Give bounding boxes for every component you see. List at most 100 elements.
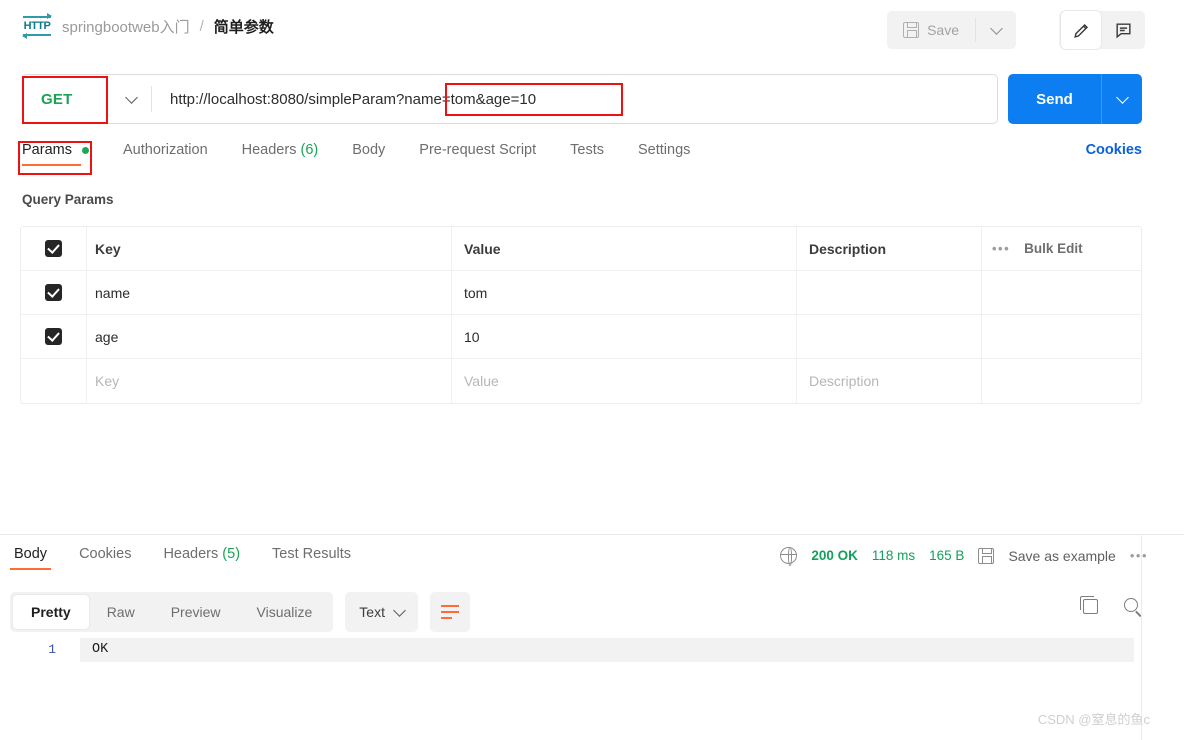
column-header-value: Value <box>451 227 796 271</box>
url-input[interactable]: http://localhost:8080/simpleParam?name=t… <box>152 91 997 108</box>
response-tab-test-results[interactable]: Test Results <box>268 546 355 570</box>
row-description-input[interactable] <box>796 270 981 315</box>
tab-body[interactable]: Body <box>352 142 385 166</box>
save-button[interactable]: Save <box>887 11 975 49</box>
comment-button[interactable] <box>1103 11 1143 49</box>
top-bar: HTTP springbootweb入门 / 简单参数 Save <box>0 0 1184 60</box>
send-button[interactable]: Send <box>1008 91 1101 108</box>
tab-headers-count: (6) <box>300 142 319 158</box>
tab-tests[interactable]: Tests <box>570 142 604 166</box>
response-tab-cookies[interactable]: Cookies <box>75 546 135 570</box>
response-format-selector[interactable]: Text <box>345 592 418 632</box>
new-row-value-input[interactable]: Value <box>451 359 796 403</box>
wrap-lines-icon <box>440 605 459 619</box>
new-row-description-input[interactable]: Description <box>796 359 981 403</box>
tab-params[interactable]: Params <box>22 142 89 166</box>
response-mode-visualize[interactable]: Visualize <box>239 595 331 629</box>
bulk-edit-button[interactable]: Bulk Edit <box>1024 241 1083 256</box>
chevron-down-icon <box>989 21 1003 35</box>
method-selector[interactable]: GET <box>23 91 111 108</box>
row-key-input[interactable]: name <box>86 270 451 315</box>
response-tab-headers[interactable]: Headers (5) <box>159 546 244 570</box>
table-row: name tom <box>21 270 1141 315</box>
table-row: age 10 <box>21 314 1141 359</box>
edit-button[interactable] <box>1061 11 1101 49</box>
response-format-value: Text <box>359 604 385 620</box>
save-button-label: Save <box>927 22 959 38</box>
ellipsis-icon[interactable]: ••• <box>1130 548 1148 563</box>
method-dropdown-button[interactable] <box>111 90 151 104</box>
table-header-row: Key Value Description ••• Bulk Edit <box>21 227 1141 271</box>
send-button-group[interactable]: Send <box>1008 74 1142 124</box>
tab-pre-request-script[interactable]: Pre-request Script <box>419 142 536 166</box>
response-tab-body[interactable]: Body <box>10 546 52 570</box>
breadcrumb-parent[interactable]: springbootweb入门 <box>62 16 190 37</box>
row-description-input[interactable] <box>796 314 981 359</box>
request-tabs: Params Authorization Headers (6) Body Pr… <box>22 142 1142 174</box>
tab-authorization[interactable]: Authorization <box>123 142 208 166</box>
column-header-key: Key <box>86 227 451 271</box>
tab-params-label: Params <box>22 142 72 158</box>
row-actions <box>981 314 1141 359</box>
select-all-checkbox[interactable] <box>21 240 86 257</box>
save-as-example-button[interactable]: Save as example <box>1008 548 1115 564</box>
chevron-down-icon <box>1115 90 1129 104</box>
response-tools <box>1080 596 1138 614</box>
response-mode-pretty[interactable]: Pretty <box>13 595 89 629</box>
breadcrumb-separator: / <box>199 17 204 35</box>
table-row-placeholder: Key Value Description <box>21 359 1141 403</box>
postman-request-builder: HTTP springbootweb入门 / 简单参数 Save GET htt… <box>0 0 1184 740</box>
disk-icon <box>978 547 995 564</box>
new-row-key-input[interactable]: Key <box>86 359 451 403</box>
watermark: CSDN @窒息的鱼c <box>1037 712 1150 727</box>
response-time: 118 ms <box>871 548 916 563</box>
globe-icon <box>779 546 798 566</box>
code-line-highlight <box>80 638 1134 662</box>
line-number-gutter: 1 <box>0 638 68 740</box>
row-actions <box>981 359 1141 403</box>
response-tabs: Body Cookies Headers (5) Test Results <box>10 546 379 570</box>
copy-icon[interactable] <box>1080 596 1098 614</box>
tab-headers-label: Headers <box>241 142 297 158</box>
response-tab-headers-label: Headers <box>163 546 219 562</box>
chevron-down-icon <box>124 90 138 104</box>
line-number: 1 <box>48 642 56 657</box>
query-params-label: Query Params <box>22 192 114 207</box>
response-mode-switcher: Pretty Raw Preview Visualize <box>10 592 334 632</box>
response-mode-preview[interactable]: Preview <box>153 595 239 629</box>
search-icon[interactable] <box>1124 598 1138 612</box>
response-tab-headers-count: (5) <box>222 546 241 562</box>
row-actions <box>981 270 1141 315</box>
response-size: 165 B <box>929 548 965 563</box>
response-view-bar: Pretty Raw Preview Visualize Text <box>10 592 470 632</box>
response-divider <box>0 534 1184 535</box>
tab-headers[interactable]: Headers (6) <box>242 142 319 166</box>
pencil-icon <box>1073 23 1088 38</box>
cookies-link[interactable]: Cookies <box>1086 142 1142 158</box>
response-body-viewer: 1 OK <box>0 638 1142 740</box>
modified-dot-icon <box>82 146 89 154</box>
tab-settings[interactable]: Settings <box>638 142 690 166</box>
save-button-group[interactable]: Save <box>887 11 1016 49</box>
response-status-bar: 200 OK 118 ms 165 B Save as example ••• <box>779 546 1148 566</box>
save-options-button[interactable] <box>976 11 1016 49</box>
checkbox-checked-icon <box>45 328 62 345</box>
response-body-text[interactable]: OK <box>86 638 108 662</box>
row-value-input[interactable]: 10 <box>451 314 796 359</box>
checkbox-checked-icon <box>45 284 62 301</box>
row-key-input[interactable]: age <box>86 314 451 359</box>
ellipsis-icon[interactable]: ••• <box>992 241 1010 256</box>
query-params-table: Key Value Description ••• Bulk Edit name… <box>20 226 1142 404</box>
row-checkbox[interactable] <box>21 284 86 301</box>
send-options-button[interactable] <box>1102 90 1142 104</box>
response-mode-raw[interactable]: Raw <box>89 595 153 629</box>
row-value-input[interactable]: tom <box>451 270 796 315</box>
status-badge: 200 OK <box>811 548 858 563</box>
table-actions: ••• Bulk Edit <box>981 227 1141 271</box>
wrap-lines-button[interactable] <box>429 592 470 632</box>
disk-icon <box>903 22 920 38</box>
url-bar: GET http://localhost:8080/simpleParam?na… <box>22 74 998 124</box>
comment-icon <box>1115 22 1131 38</box>
header-icon-group <box>1059 11 1145 49</box>
row-checkbox[interactable] <box>21 328 86 345</box>
